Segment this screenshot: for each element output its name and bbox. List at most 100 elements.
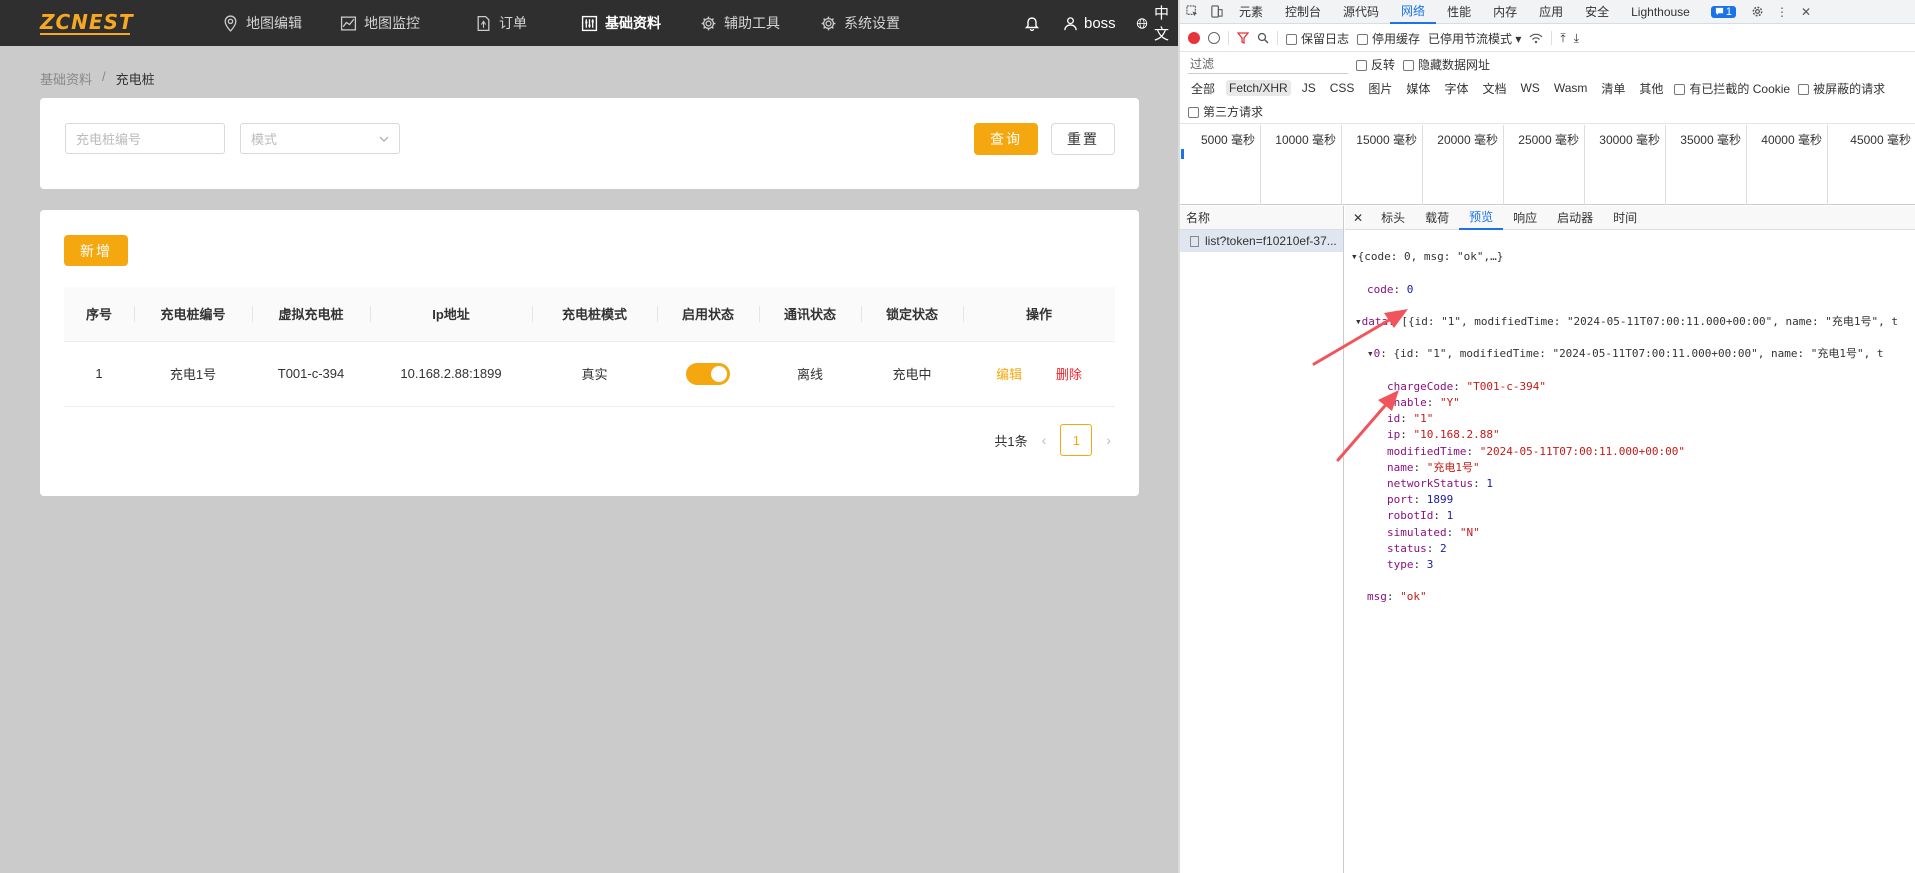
devtools-tab-memory[interactable]: 内存 <box>1482 0 1528 24</box>
disable-cache-checkbox[interactable]: 停用缓存 <box>1357 30 1420 47</box>
nav-map-edit[interactable]: 地图编辑 <box>222 0 302 46</box>
nav-map-monitor[interactable]: 地图监控 <box>340 0 420 46</box>
notifications-button[interactable] <box>1024 0 1040 46</box>
cell-mode: 真实 <box>532 341 657 407</box>
type-js[interactable]: JS <box>1299 80 1319 96</box>
json-line-data[interactable]: ▾data: [{id: "1", modifiedTime: "2024-05… <box>1345 314 1915 330</box>
json-line-item-0[interactable]: ▾0: {id: "1", modifiedTime: "2024-05-11T… <box>1345 346 1915 362</box>
hide-data-urls-checkbox[interactable]: 隐藏数据网址 <box>1403 56 1490 73</box>
search-icon[interactable] <box>1257 32 1269 44</box>
devtools-tab-sources[interactable]: 源代码 <box>1332 0 1390 24</box>
close-detail-icon[interactable]: ✕ <box>1345 206 1371 230</box>
detail-tab-timing[interactable]: 时间 <box>1603 206 1647 230</box>
type-css[interactable]: CSS <box>1327 80 1358 96</box>
breadcrumb-parent[interactable]: 基础资料 <box>40 69 92 88</box>
record-icon[interactable] <box>1188 32 1200 44</box>
devtools-tab-bar: 元素 控制台 源代码 网络 性能 内存 应用 安全 Lighthouse 1 ⋮… <box>1180 0 1915 24</box>
page-number[interactable]: 1 <box>1060 424 1093 456</box>
detail-tab-preview[interactable]: 预览 <box>1459 206 1504 230</box>
nav-system-settings[interactable]: 系统设置 <box>820 0 900 46</box>
next-page-icon[interactable]: › <box>1106 432 1111 448</box>
json-field-value: "1" <box>1413 412 1434 426</box>
close-icon[interactable]: ✕ <box>1794 0 1818 24</box>
type-img[interactable]: 图片 <box>1365 79 1395 98</box>
pagination-total: 共1条 <box>994 433 1028 449</box>
expand-triangle-icon[interactable]: ▾ <box>1355 315 1362 328</box>
detail-tab-initiator[interactable]: 启动器 <box>1547 206 1603 230</box>
throttle-select[interactable]: 已停用节流模式 ▾ <box>1428 30 1521 47</box>
json-field-ip: ip: "10.168.2.88" <box>1387 428 1500 442</box>
type-manifest[interactable]: 清单 <box>1598 79 1628 98</box>
devtools-tab-console[interactable]: 控制台 <box>1274 0 1332 24</box>
query-button[interactable]: 查询 <box>974 123 1038 155</box>
json-field-value: "T001-c-394" <box>1466 379 1546 393</box>
filter-icon[interactable] <box>1237 32 1249 44</box>
third-party-checkbox[interactable]: 第三方请求 <box>1188 103 1263 120</box>
type-font[interactable]: 字体 <box>1441 79 1471 98</box>
cell-actions: 编辑 删除 <box>963 341 1115 407</box>
header-charger-code: 充电桩编号 <box>134 287 252 342</box>
settings-gear-icon[interactable] <box>1746 0 1770 24</box>
type-all[interactable]: 全部 <box>1188 79 1218 98</box>
type-media[interactable]: 媒体 <box>1403 79 1433 98</box>
type-other[interactable]: 其他 <box>1636 79 1666 98</box>
nav-orders[interactable]: 订单 <box>475 0 527 46</box>
invert-checkbox[interactable]: 反转 <box>1356 56 1395 73</box>
clear-icon[interactable] <box>1208 32 1220 44</box>
mode-select[interactable]: 模式 <box>240 123 400 154</box>
reset-button[interactable]: 重置 <box>1051 123 1115 155</box>
expand-triangle-icon[interactable]: ▾ <box>1367 347 1374 360</box>
preserve-log-checkbox[interactable]: 保留日志 <box>1286 30 1349 47</box>
name-column-header[interactable]: 名称 <box>1180 206 1343 230</box>
charger-table: 序号 充电桩编号 虚拟充电桩 Ip地址 充电桩模式 启用状态 通讯状态 锁定状态… <box>64 287 1115 407</box>
breadcrumb-current: 充电桩 <box>115 72 155 87</box>
detail-tab-headers[interactable]: 标头 <box>1371 206 1415 230</box>
import-har-icon[interactable]: ⤒ <box>1560 31 1565 46</box>
request-row[interactable]: list?token=f10210ef-37... <box>1180 230 1343 252</box>
expand-triangle-icon[interactable]: ▾ <box>1351 250 1358 263</box>
add-button[interactable]: 新增 <box>64 235 128 266</box>
detail-tab-payload[interactable]: 载荷 <box>1415 206 1459 230</box>
blocked-requests-checkbox[interactable]: 被屏蔽的请求 <box>1798 80 1885 97</box>
json-item-summary: {id: "1", modifiedTime: "2024-05-11T07:0… <box>1393 347 1884 361</box>
nav-basic-data[interactable]: 基础资料 <box>581 0 661 46</box>
devtools-tab-application[interactable]: 应用 <box>1528 0 1574 24</box>
issues-badge[interactable]: 1 <box>1710 5 1736 18</box>
charger-code-input[interactable]: 充电桩编号 <box>65 123 225 154</box>
filter-input[interactable]: 过滤 <box>1188 54 1348 74</box>
devtools-tab-elements[interactable]: 元素 <box>1228 0 1274 24</box>
json-field-value: "2024-05-11T07:00:11.000+00:00" <box>1479 444 1686 458</box>
language-switch[interactable]: 中文 <box>1136 0 1178 46</box>
devtools-tab-network[interactable]: 网络 <box>1390 0 1437 24</box>
enabled-toggle[interactable] <box>686 362 730 385</box>
inspect-element-icon[interactable] <box>1180 0 1204 24</box>
network-timeline[interactable]: 5000 毫秒 10000 毫秒 15000 毫秒 20000 毫秒 25000… <box>1180 125 1915 205</box>
cell-comm-status: 离线 <box>759 341 861 407</box>
devtools-panel: 元素 控制台 源代码 网络 性能 内存 应用 安全 Lighthouse 1 ⋮… <box>1178 0 1915 873</box>
network-toolbar: 保留日志 停用缓存 已停用节流模式 ▾ ⤒ ⤓ <box>1180 25 1915 52</box>
detail-tab-response[interactable]: 响应 <box>1503 206 1547 230</box>
user-menu[interactable]: boss <box>1063 0 1116 46</box>
type-wasm[interactable]: Wasm <box>1551 80 1591 96</box>
app-logo[interactable]: ZCNEST <box>40 10 134 34</box>
prev-page-icon[interactable]: ‹ <box>1042 432 1047 448</box>
type-fetch-xhr[interactable]: Fetch/XHR <box>1226 80 1291 96</box>
device-toolbar-icon[interactable] <box>1204 0 1228 24</box>
type-ws[interactable]: WS <box>1517 80 1542 96</box>
user-icon <box>1064 16 1077 30</box>
nav-map-edit-label: 地图编辑 <box>246 15 302 31</box>
devtools-tab-security[interactable]: 安全 <box>1574 0 1620 24</box>
type-doc[interactable]: 文档 <box>1479 79 1509 98</box>
more-options-icon[interactable]: ⋮ <box>1770 0 1794 24</box>
edit-link[interactable]: 编辑 <box>996 367 1022 382</box>
devtools-tab-performance[interactable]: 性能 <box>1436 0 1482 24</box>
devtools-tab-lighthouse[interactable]: Lighthouse <box>1620 0 1701 24</box>
export-har-icon[interactable]: ⤓ <box>1574 31 1579 46</box>
blocked-cookies-checkbox[interactable]: 有已拦截的 Cookie <box>1674 80 1790 97</box>
nav-aux-tools[interactable]: 辅助工具 <box>700 0 780 46</box>
filter-row: 过滤 反转 隐藏数据网址 <box>1180 52 1915 76</box>
json-data-summary: [{id: "1", modifiedTime: "2024-05-11T07:… <box>1401 315 1898 329</box>
wifi-settings-icon[interactable] <box>1529 32 1543 44</box>
delete-link[interactable]: 删除 <box>1056 367 1082 382</box>
json-root-line[interactable]: ▾{code: 0, msg: "ok",…} <box>1345 249 1915 265</box>
